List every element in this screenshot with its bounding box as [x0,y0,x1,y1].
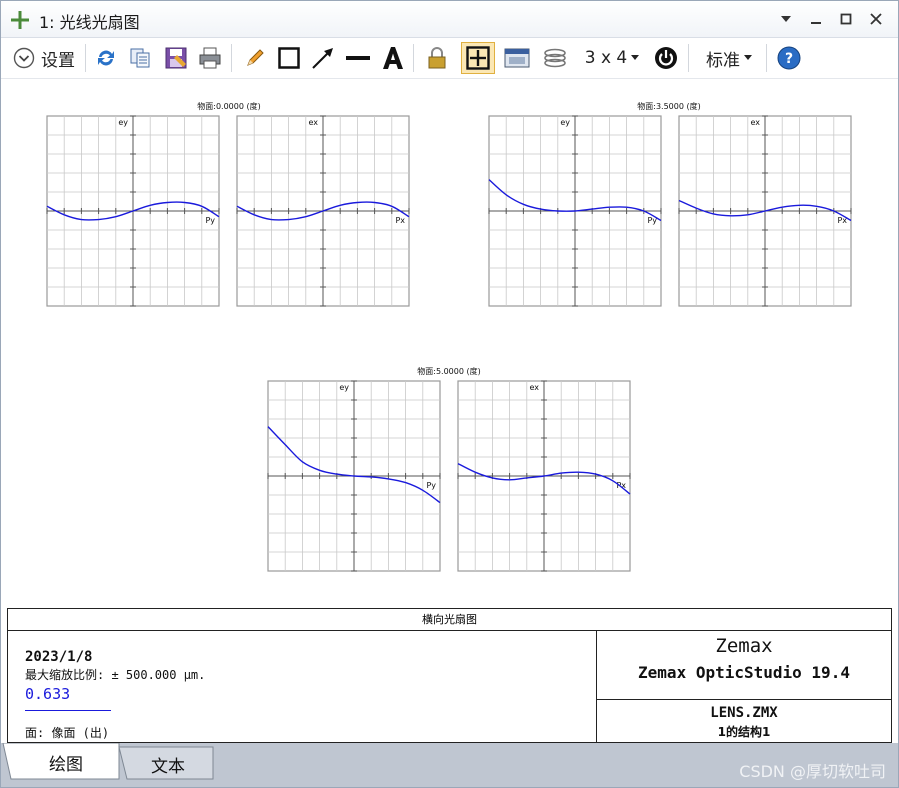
window-icon [504,48,530,68]
watermark-text: CSDN @厚切软吐司 [739,762,886,781]
save-icon [165,47,187,69]
x-axis-label: Py [426,481,436,490]
tab-plot[interactable]: 绘图 [13,745,119,779]
surface-text: 面: 像面 (出) [25,726,110,740]
pencil-icon [247,49,264,66]
wavelength-legend-line [25,710,111,711]
max-scale-text: 最大缩放比例: ± 500.000 µm. [25,668,206,682]
text-tool-button[interactable] [379,44,407,72]
rectangle-tool-button[interactable] [275,44,303,72]
window-layout-button[interactable] [501,44,533,72]
ray-fan-plots: 物面:0.0000 (度) ey Py ex Px 物面:3.5000 (度) ey Py ex… [46,101,852,572]
brand-name: Zemax [715,635,773,657]
title-bar[interactable]: 1: 光线光扇图 [1,1,898,38]
power-button[interactable] [651,44,681,72]
crosshair-frame-icon [466,46,490,70]
help-icon: ? [777,46,801,70]
pencil-tool-button[interactable] [241,44,269,72]
caret-down-icon [744,55,752,60]
tab-text[interactable]: 文本 [123,747,213,781]
zoom-fit-button[interactable] [461,42,495,74]
toolbar-separator [413,44,414,72]
help-button[interactable]: ? [774,44,804,72]
toolbar-separator [688,44,689,72]
y-axis-label: ey [560,118,570,127]
wavelength-text: 0.633 [25,685,71,703]
toolbar: 设置 3 x 4 标准 ? [1,38,898,79]
ray-fan-window: 1: 光线光扇图 设置 3 x 4 标准 ? 物面:0.0000 (度) ey … [0,0,899,788]
minimize-button[interactable] [803,7,829,31]
layout-label: 3 x 4 [584,48,628,68]
maximize-button[interactable] [833,7,859,31]
copy-button[interactable] [125,44,155,72]
text-a-icon [383,47,403,69]
lens-file-name: LENS.ZMX [710,705,778,721]
print-button[interactable] [195,44,225,72]
settings-label: 设置 [41,50,75,71]
toolbar-separator [231,44,232,72]
crosshair-app-icon [11,11,29,29]
chevron-circle-down-icon [13,47,35,69]
arrow-icon [312,48,333,69]
svg-text:?: ? [785,51,793,67]
arrow-tool-button[interactable] [309,44,337,72]
layout-dropdown[interactable]: 3 x 4 [581,44,643,72]
line-icon [346,56,370,60]
lock-icon [428,47,446,69]
line-tool-button[interactable] [343,44,373,72]
y-axis-label: ey [339,383,349,392]
power-icon [655,47,677,69]
refresh-icon [98,50,114,66]
printer-icon [199,47,221,69]
date-text: 2023/1/8 [25,649,93,665]
style-label: 标准 [706,50,740,71]
close-button[interactable] [863,7,889,31]
window-title: 1: 光线光扇图 [39,13,140,32]
lock-button[interactable] [423,44,451,72]
copy-icon [130,48,150,68]
configuration-text: 1的结构1 [717,725,771,739]
settings-button[interactable]: 设置 [9,44,79,72]
toolbar-separator [85,44,86,72]
plot-type-title: 横向光扇图 [8,609,891,631]
minimize-icon [811,22,821,24]
caret-down-icon [631,55,640,60]
y-axis-label: ex [308,118,318,127]
y-axis-label: ey [118,118,128,127]
y-axis-label: ex [750,118,760,127]
product-name: Zemax OpticStudio 19.4 [638,663,850,682]
plot-canvas[interactable]: 物面:0.0000 (度) ey Py ex Px 物面:3.5000 (度) ey Py ex… [7,79,892,609]
chevron-down-icon [781,16,791,22]
save-button[interactable] [161,44,191,72]
refresh-button[interactable] [93,44,119,72]
style-dropdown[interactable]: 标准 [698,44,760,72]
maximize-icon [840,13,852,25]
close-icon [870,13,882,25]
x-axis-label: Py [205,216,215,225]
footer-divider [596,699,891,700]
field-caption: 物面:0.0000 (度) [197,101,260,111]
y-axis-label: ex [529,383,539,392]
toolbar-separator [766,44,767,72]
plot-info-footer: 横向光扇图 2023/1/8 最大缩放比例: ± 500.000 µm. 0.6… [7,608,892,743]
dropdown-arrow-button[interactable] [773,7,799,31]
field-caption: 物面:5.0000 (度) [417,366,480,376]
layers-button[interactable] [539,44,571,72]
x-axis-label: Px [395,216,405,225]
x-axis-label: Px [616,481,626,490]
layers-icon [544,48,566,68]
field-caption: 物面:3.5000 (度) [637,101,700,111]
rectangle-icon [278,47,300,69]
